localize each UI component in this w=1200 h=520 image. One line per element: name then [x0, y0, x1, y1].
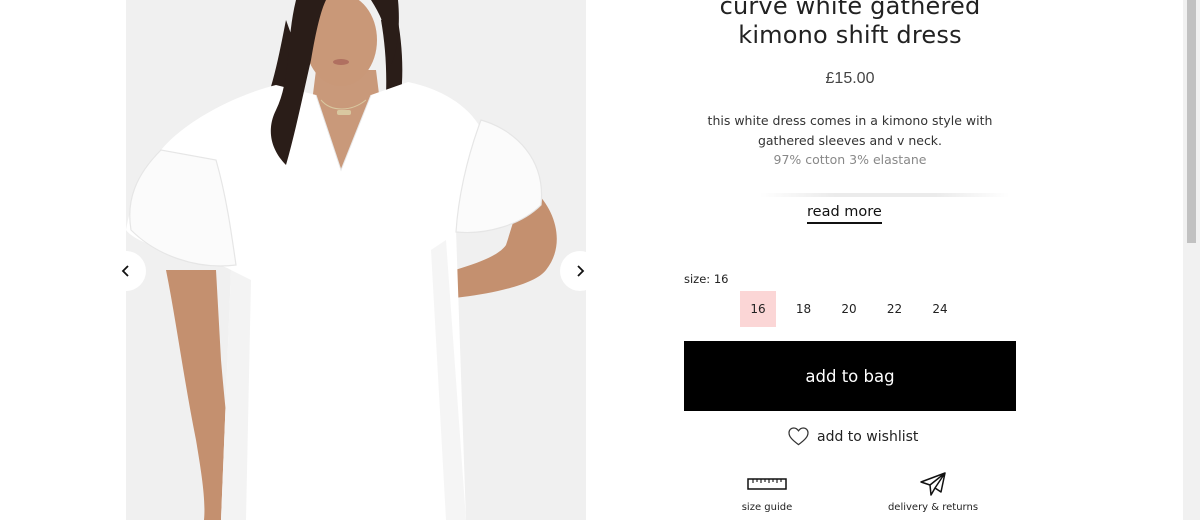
size-option-16[interactable]: 16 — [740, 291, 776, 327]
gallery-next-button[interactable] — [560, 251, 600, 291]
product-title-line-2: kimono shift dress — [738, 21, 962, 49]
description-line-2: gathered sleeves and v neck. — [757, 132, 943, 148]
paper-plane-icon — [920, 472, 946, 496]
size-option-24[interactable]: 24 — [922, 291, 958, 327]
size-label: size: 16 — [684, 272, 729, 286]
page-scrollbar[interactable] — [1183, 0, 1200, 520]
product-description: this white dress comes in a kimono style… — [684, 111, 1016, 170]
chevron-left-icon — [121, 265, 129, 277]
size-selector: 16 18 20 22 24 — [740, 291, 968, 327]
description-fade — [760, 193, 1010, 197]
heart-outline-icon — [788, 427, 809, 446]
product-image-gallery — [126, 0, 586, 520]
gallery-prev-button[interactable] — [106, 251, 146, 291]
product-title: curve white gathered kimono shift dress — [684, 0, 1016, 50]
material-composition: 97% cotton 3% elastane — [773, 152, 927, 167]
add-to-wishlist-button[interactable]: add to wishlist — [788, 427, 918, 446]
ruler-icon — [747, 478, 787, 490]
size-guide-label: size guide — [741, 502, 793, 513]
add-to-bag-label: add to bag — [805, 366, 895, 386]
add-to-bag-button[interactable]: add to bag — [684, 341, 1016, 411]
size-option-22[interactable]: 22 — [877, 291, 913, 327]
chevron-right-icon — [577, 265, 585, 277]
product-price: £15.00 — [825, 70, 875, 87]
description-line-1: this white dress comes in a kimono style… — [707, 113, 993, 128]
product-photo — [126, 0, 586, 520]
add-to-wishlist-label: add to wishlist — [817, 428, 919, 445]
size-guide-link[interactable]: size guide — [724, 470, 810, 513]
read-more-link[interactable]: read more — [807, 204, 882, 224]
size-option-18[interactable]: 18 — [786, 291, 822, 327]
scrollbar-thumb[interactable] — [1187, 0, 1196, 243]
delivery-returns-link[interactable]: delivery & returns — [872, 470, 994, 513]
delivery-returns-label: delivery & returns — [887, 502, 979, 513]
product-title-line-1: curve white gathered — [719, 0, 981, 20]
size-option-20[interactable]: 20 — [831, 291, 867, 327]
